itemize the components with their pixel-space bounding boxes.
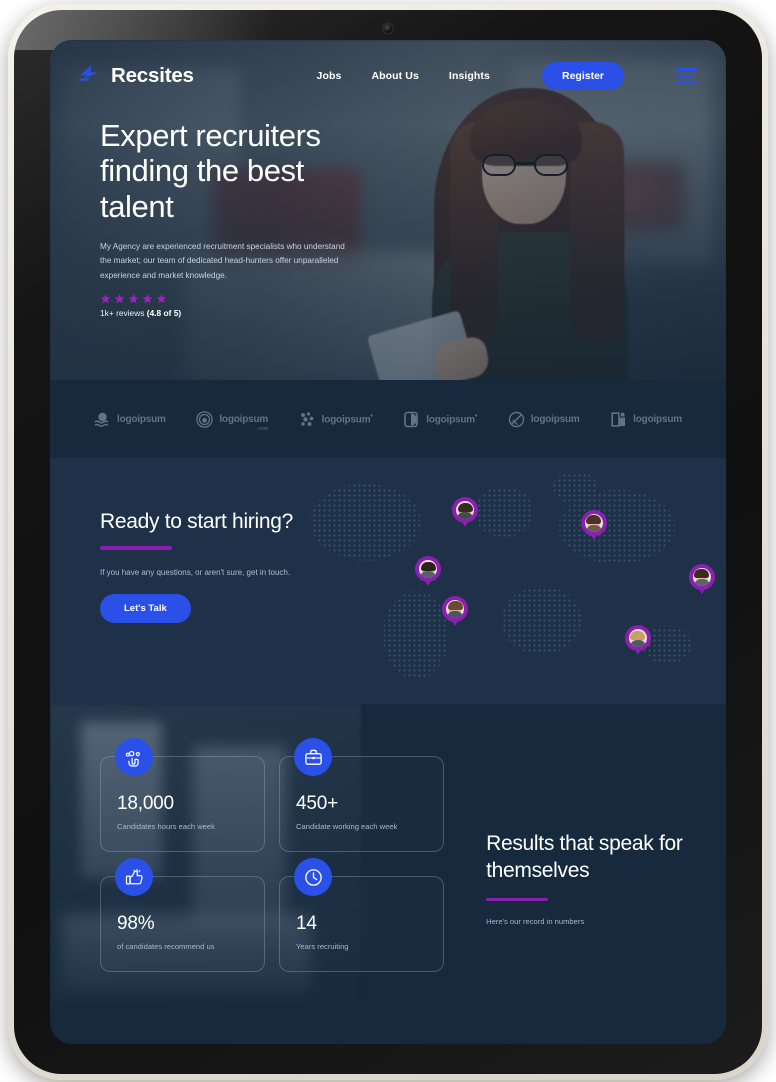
results-title: Results that speak for themselves: [486, 832, 683, 883]
partner-logo-6: logoipsum: [610, 410, 682, 428]
hero-paragraph: My Agency are experienced recruitment sp…: [100, 241, 345, 280]
tablet-device-frame: Recsites Jobs About Us Insights Register…: [8, 4, 768, 1080]
stat-card-icon-badge: [294, 738, 333, 776]
pin-marker-shape: [452, 497, 479, 524]
map-pin-5[interactable]: [688, 563, 715, 590]
cta-copy: Ready to start hiring? If you have any q…: [50, 458, 726, 623]
map-pin-4[interactable]: [442, 595, 469, 622]
reviews-text: 1k+ reviews (4.8 of 5): [100, 308, 354, 318]
star-icon: [114, 294, 125, 304]
tablet-bezel: Recsites Jobs About Us Insights Register…: [14, 10, 762, 1074]
stat-card-icon-badge: [115, 738, 153, 776]
briefcase-icon: [304, 749, 322, 765]
star-icon: [128, 294, 139, 304]
map-pin-1[interactable]: [452, 497, 479, 524]
results-copy: Results that speak for themselves Here's…: [486, 756, 700, 972]
hiring-cta-section: Ready to start hiring? If you have any q…: [50, 458, 726, 704]
cta-title: Ready to start hiring?: [100, 510, 294, 533]
stat-cards-grid: 18,000 Candidates hours each week 450+ Cand…: [100, 738, 445, 972]
reviews-score: (4.8 of 5): [146, 308, 182, 319]
half-moon-square-icon: [404, 411, 419, 427]
cta-subtitle: If you have any questions, or aren't sur…: [100, 567, 291, 577]
partner-logo-text: logoipsum .com: [219, 413, 269, 432]
star-icon: [142, 294, 153, 304]
brand-logo[interactable]: Recsites: [76, 63, 194, 89]
avatar: [628, 629, 647, 648]
stat-card-label: of candidates recommend us: [117, 942, 215, 951]
stat-card-value: 14: [296, 913, 317, 934]
spiral-circle-icon: [196, 410, 214, 428]
map-pin-3[interactable]: [415, 556, 442, 583]
partner-logo-text: logoipsum•: [426, 412, 478, 426]
map-pin-6[interactable]: [624, 625, 651, 652]
thumbs-up-icon: [125, 868, 143, 885]
hero-section: Recsites Jobs About Us Insights Register…: [50, 40, 726, 380]
molecule-dots-icon: [300, 411, 313, 426]
avatar: [456, 501, 475, 520]
hand-select-people-icon: [125, 750, 140, 767]
cta-underline: [100, 546, 172, 550]
pin-marker-shape: [415, 556, 442, 583]
stats-section: 18,000 Candidates hours each week 450+ Cand…: [50, 704, 726, 1004]
stat-card-icon-badge: [294, 858, 333, 896]
lets-talk-button[interactable]: Let's Talk: [100, 593, 191, 623]
top-navigation-bar: Recsites Jobs About Us Insights Register: [50, 40, 726, 90]
rating-stars: [100, 293, 354, 304]
clock-icon: [304, 868, 322, 886]
avatar: [446, 599, 465, 618]
stat-card-4: 14 Years recruiting: [279, 858, 445, 972]
hero-copy: Expert recruiters finding the best talen…: [50, 90, 380, 318]
hero-title: Expert recruiters finding the best talen…: [100, 118, 321, 224]
avatar: [692, 567, 711, 586]
front-camera-icon: [383, 24, 393, 33]
partner-logo-text: logoipsum: [117, 413, 166, 425]
star-icon: [156, 294, 167, 304]
partner-logo-5: logoipsum: [508, 411, 580, 428]
results-underline: [486, 897, 549, 902]
avatar: [584, 513, 603, 532]
lightning-bolt-icon: [78, 65, 98, 81]
hamburger-menu-icon[interactable]: [676, 68, 698, 84]
partner-logo-1: logoipsum: [94, 411, 166, 428]
avatar: [419, 560, 438, 579]
partner-logo-text: logoipsum: [530, 413, 580, 425]
partner-logo-3: logoipsum•: [299, 411, 373, 428]
stat-card-value: 98%: [117, 913, 155, 934]
partner-logo-domain: .com: [256, 425, 269, 432]
pin-marker-shape: [624, 625, 651, 652]
reviews-count: 1k+ reviews: [100, 308, 147, 319]
waves-circle-icon: [94, 412, 109, 427]
pin-marker-shape: [442, 595, 469, 622]
pin-marker-shape: [688, 563, 715, 590]
stat-card-3: 98% of candidates recommend us: [100, 858, 266, 972]
pin-marker-shape: [580, 509, 607, 536]
stat-card-2: 450+ Candidate working each week: [279, 738, 445, 852]
partner-logo-4: logoipsum•: [403, 411, 478, 428]
partner-logo-text: logoipsum: [633, 413, 682, 425]
stat-card-icon-badge: [115, 858, 153, 896]
stat-card-1: 18,000 Candidates hours each week: [100, 738, 266, 852]
tablet-screen: Recsites Jobs About Us Insights Register…: [50, 40, 726, 1044]
map-pin-2[interactable]: [580, 509, 607, 536]
window-dot-icon: [611, 410, 626, 427]
stat-card-label: Candidate working each week: [296, 822, 398, 831]
nav-link-about-us[interactable]: About Us: [371, 70, 418, 82]
results-subtitle: Here's our record in numbers: [486, 917, 585, 927]
slashed-circle-icon: [508, 411, 525, 427]
partner-logo-text: logoipsum•: [321, 412, 373, 426]
stat-card-value: 18,000: [117, 793, 174, 814]
stat-card-value: 450+: [296, 793, 339, 814]
register-button[interactable]: Register: [541, 62, 624, 90]
stat-card-label: Candidates hours each week: [117, 822, 215, 831]
star-icon: [100, 294, 111, 304]
brand-name: Recsites: [111, 64, 194, 87]
nav-links: Jobs About Us Insights Register: [317, 62, 698, 90]
nav-link-insights[interactable]: Insights: [449, 70, 490, 82]
nav-link-jobs[interactable]: Jobs: [317, 70, 342, 82]
partner-logo-strip: logoipsum logoipsum .com logoipsum• logoipsu…: [50, 380, 726, 458]
stat-card-label: Years recruiting: [296, 942, 349, 951]
partner-logo-2: logoipsum .com: [196, 410, 269, 432]
